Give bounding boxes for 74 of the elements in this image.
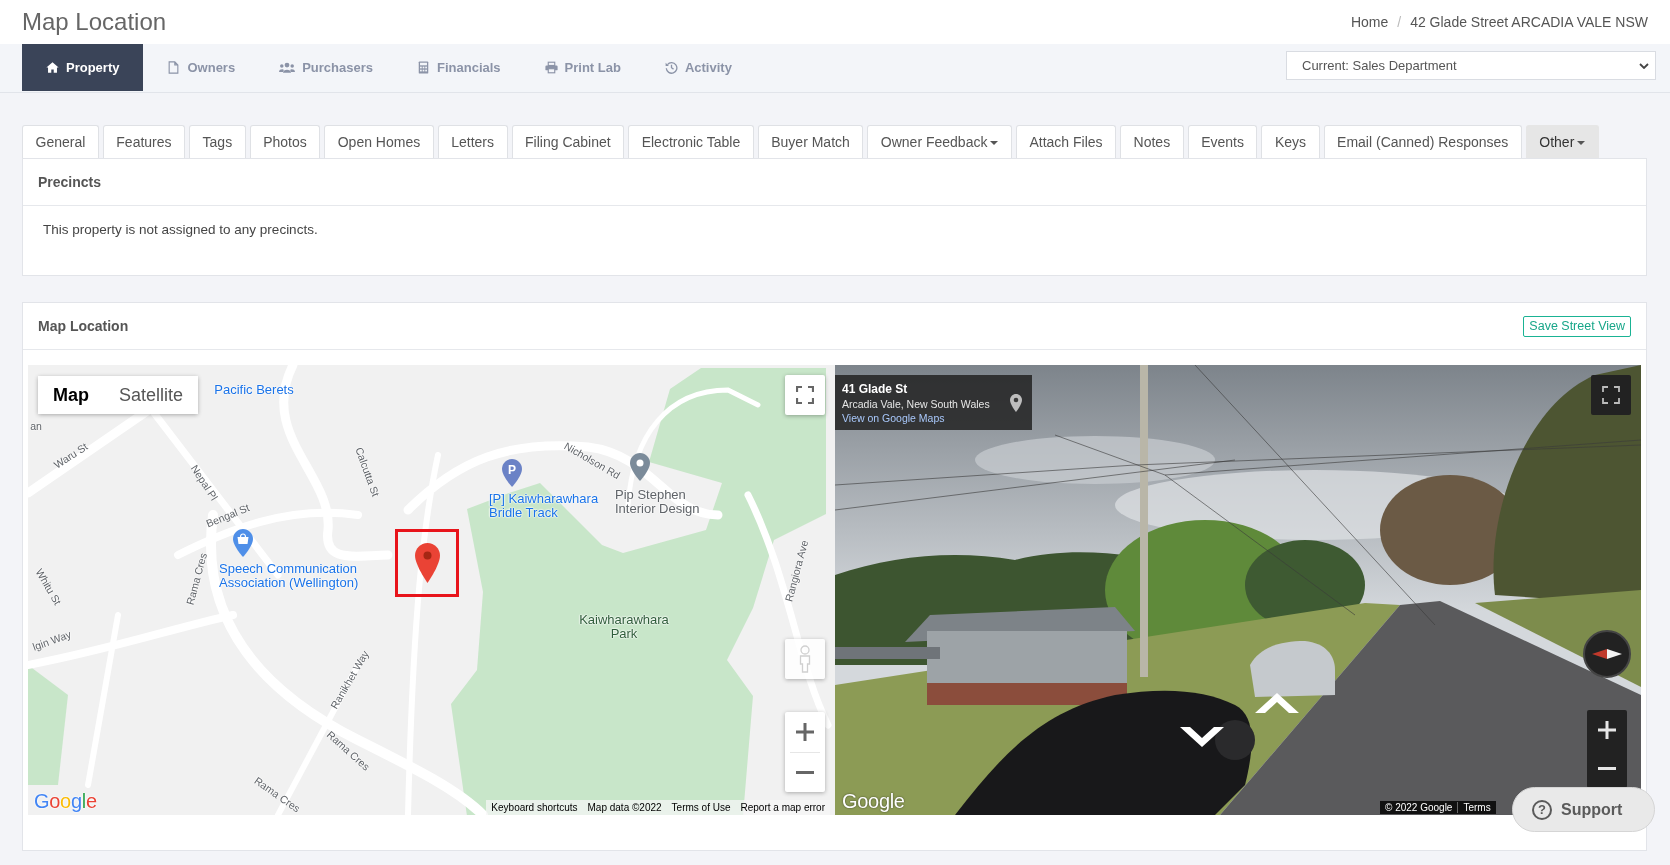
panel-title: Precincts: [38, 174, 102, 190]
plus-icon: [1598, 720, 1616, 739]
breadcrumb-link[interactable]: Home: [1350, 14, 1389, 30]
minus-icon: [1598, 767, 1616, 770]
map-type-button[interactable]: Satellite: [104, 376, 199, 414]
document-icon: [167, 61, 181, 74]
place-label: Pacific Berets: [214, 382, 294, 398]
help-icon: ?: [1532, 799, 1552, 820]
location-pin-icon[interactable]: [630, 453, 650, 481]
tab[interactable]: Open Homes: [324, 125, 434, 158]
map-footer-link[interactable]: Report a map error: [735, 802, 830, 813]
breadcrumb-link[interactable]: 42 Glade Street ARCADIA VALE NSW: [1410, 14, 1648, 30]
tab[interactable]: Buyer Match: [757, 125, 864, 158]
fullscreen-icon: [796, 386, 814, 404]
tab[interactable]: General: [22, 125, 99, 158]
plus-icon: [796, 723, 814, 741]
nav-tab[interactable]: Property: [22, 44, 144, 91]
street-label: lgin Way: [31, 628, 73, 654]
minus-icon: [796, 770, 814, 774]
direction-arrow-icon[interactable]: [1180, 727, 1224, 747]
shopping-bag-pin-icon[interactable]: [233, 529, 253, 557]
street-label: an: [30, 421, 42, 433]
panel-title: Map Location: [38, 318, 129, 334]
house-icon: [46, 61, 59, 74]
tab[interactable]: Owner Feedback: [867, 125, 1012, 158]
street-view-footer-link[interactable]: © 2022 Google: [1380, 802, 1458, 813]
support-button[interactable]: ? Support: [1512, 787, 1655, 832]
empty-message: This property is not assigned to any precincts.: [43, 222, 319, 237]
street-label: Rama Cres: [184, 551, 210, 607]
tab[interactable]: Events: [1187, 125, 1258, 158]
tab[interactable]: Letters: [437, 125, 508, 158]
clock-icon: [664, 61, 678, 74]
compass-needle-icon: [1592, 647, 1622, 661]
street-view-footer-link[interactable]: Terms: [1457, 802, 1496, 813]
park-label: Kaiwharawhara Park: [578, 612, 670, 642]
person-icon: [798, 645, 812, 673]
place-label: Pip Stephen Interior Design: [615, 487, 701, 517]
tab[interactable]: Features: [102, 125, 186, 158]
highlight-frame: [395, 529, 459, 597]
google-logo: Google: [34, 790, 97, 813]
place-label: [P] Kaiwharawhara Bridle Track: [489, 491, 600, 521]
map-footer-link[interactable]: Keyboard shortcuts: [486, 802, 583, 813]
tab[interactable]: Filing Cabinet: [511, 125, 625, 158]
map-type-button[interactable]: Map: [38, 376, 104, 414]
department-select[interactable]: Current: Sales Department: [1286, 51, 1656, 80]
people-icon: [279, 61, 296, 74]
google-logo: Google: [842, 790, 905, 813]
calculator-icon: [417, 61, 430, 74]
tab[interactable]: Attach Files: [1015, 125, 1117, 158]
map-footer-link[interactable]: Map data ©2022: [582, 802, 667, 813]
tab[interactable]: Tags: [189, 125, 246, 158]
parking-pin[interactable]: P: [502, 459, 522, 487]
fullscreen-icon: [1602, 386, 1620, 404]
map-marker-icon[interactable]: [415, 543, 440, 583]
location-pin-icon[interactable]: [1010, 393, 1022, 412]
tab[interactable]: Other: [1525, 125, 1599, 158]
tab[interactable]: Keys: [1261, 125, 1320, 158]
address-text: 41 Glade St: [842, 381, 909, 396]
chevron-down-icon: [1639, 62, 1649, 69]
locality-text: Arcadia Vale, New South Wales: [842, 397, 990, 410]
street-label: Waru St: [52, 440, 90, 472]
tab[interactable]: Notes: [1120, 125, 1184, 158]
breadcrumb-separator: /: [1397, 14, 1402, 30]
tab[interactable]: Electronic Table: [628, 125, 754, 158]
fullscreen-button[interactable]: [1591, 375, 1631, 415]
tab[interactable]: Photos: [249, 125, 321, 158]
fullscreen-button[interactable]: [785, 375, 825, 415]
page-title: Map Location: [22, 8, 167, 36]
street-label: Calcutta St: [352, 445, 382, 499]
place-label: Speech Communication Association (Wellington): [219, 561, 360, 591]
map-footer-link[interactable]: Terms of Use: [666, 802, 736, 813]
google-maps-link[interactable]: View on Google Maps: [842, 411, 990, 424]
printer-icon: [544, 61, 558, 74]
tab[interactable]: Email (Canned) Responses: [1323, 125, 1522, 158]
